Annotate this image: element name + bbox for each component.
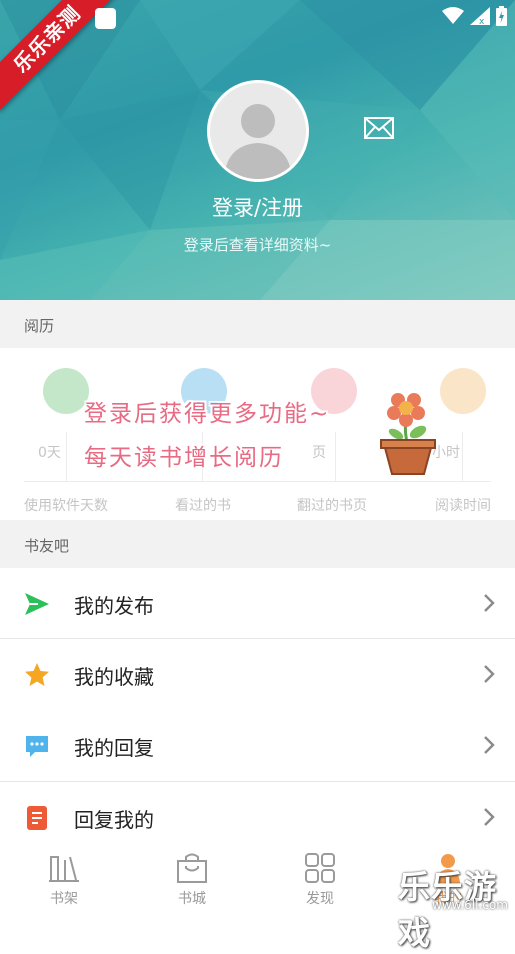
login-register-link[interactable]: 登录/注册 (0, 192, 515, 222)
tab-bookshelf[interactable]: 书架 (0, 842, 128, 917)
stat-value: 0天 (38, 445, 61, 461)
document-icon (27, 806, 47, 830)
menu-my-favorites[interactable]: 我的收藏 (0, 639, 515, 710)
menu-label: 回复我的 (74, 808, 154, 832)
corner-watermark-url: www.6ll.com (432, 898, 508, 912)
chevron-right-icon (484, 665, 495, 683)
login-promo-text: 登录后获得更多功能~ 每天读书增长阅历 (84, 392, 330, 480)
menu-label: 我的发布 (74, 594, 154, 618)
menu-my-posts[interactable]: 我的发布 (0, 568, 515, 639)
tab-label: 发现 (306, 891, 334, 907)
stat-label: 翻过的书页 (297, 498, 367, 514)
discover-grid-icon (305, 853, 335, 883)
menu-my-replies[interactable]: 我的回复 (0, 710, 515, 781)
bookshelf-icon (49, 856, 79, 882)
tab-discover[interactable]: 发现 (256, 842, 384, 917)
status-bar: x (0, 0, 515, 36)
tab-label: 书架 (50, 891, 78, 907)
menu-label: 我的回复 (74, 736, 154, 760)
menu-label: 我的收藏 (74, 665, 154, 689)
stat-label: 看过的书 (175, 498, 231, 514)
notification-square-icon (95, 8, 116, 29)
section-header-reading-history: 阅历 (0, 300, 515, 348)
avatar[interactable] (207, 80, 309, 182)
section-title: 书友吧 (24, 537, 70, 555)
bookstore-bag-icon (177, 853, 207, 883)
svg-text:x: x (479, 17, 485, 25)
chevron-right-icon (484, 736, 495, 754)
promo-line-2: 每天读书增长阅历 (84, 445, 284, 471)
battery-charging-icon (496, 6, 507, 26)
calendar-icon (43, 368, 89, 414)
clock-icon (440, 368, 486, 414)
cell-signal-icon: x (470, 7, 490, 25)
chevron-right-icon (484, 808, 495, 826)
section-header-book-friends: 书友吧 (0, 520, 515, 568)
chat-bubble-icon (26, 736, 48, 757)
divider (24, 481, 491, 482)
stat-label: 使用软件天数 (24, 498, 108, 514)
divider (66, 432, 67, 482)
chevron-right-icon (484, 594, 495, 612)
profile-header: 乐乐亲测 x 登录/注册 登录后查看详细资料~ (0, 0, 515, 300)
send-icon (25, 593, 49, 615)
flower-pot-icon (380, 393, 436, 475)
section-title: 阅历 (24, 317, 55, 335)
promo-line-1: 登录后获得更多功能~ (84, 401, 331, 427)
divider (335, 432, 336, 482)
mail-icon[interactable] (364, 117, 394, 139)
divider (462, 432, 463, 482)
login-hint: 登录后查看详细资料~ (183, 236, 332, 254)
star-icon (25, 663, 49, 686)
default-avatar-icon (224, 104, 292, 179)
tab-bookstore[interactable]: 书城 (128, 842, 256, 917)
wifi-icon (442, 7, 464, 24)
stat-label: 阅读时间 (435, 498, 491, 514)
tab-label: 书城 (178, 891, 206, 907)
